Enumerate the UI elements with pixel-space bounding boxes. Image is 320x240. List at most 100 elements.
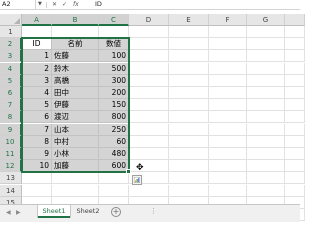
cell[interactable] bbox=[169, 74, 209, 87]
cell[interactable] bbox=[247, 111, 285, 124]
cell[interactable]: 加藤 bbox=[52, 160, 99, 173]
cell[interactable]: 600 bbox=[99, 160, 129, 173]
cell[interactable] bbox=[169, 50, 209, 63]
cell[interactable]: 名前 bbox=[52, 38, 99, 51]
column-header[interactable]: G bbox=[247, 14, 285, 26]
cell[interactable] bbox=[247, 87, 285, 99]
cell[interactable] bbox=[247, 38, 285, 51]
cell[interactable] bbox=[169, 87, 209, 99]
cell[interactable] bbox=[247, 184, 285, 197]
cell[interactable] bbox=[247, 62, 285, 75]
cell[interactable] bbox=[129, 160, 169, 173]
cell[interactable] bbox=[169, 26, 209, 38]
cell[interactable] bbox=[169, 62, 209, 75]
cell[interactable] bbox=[285, 135, 305, 148]
cell[interactable] bbox=[247, 123, 285, 136]
cell[interactable] bbox=[129, 74, 169, 87]
cell[interactable]: 山本 bbox=[52, 123, 99, 136]
cell[interactable]: 鈴木 bbox=[52, 62, 99, 75]
cell[interactable]: 2 bbox=[22, 62, 52, 75]
row-header[interactable]: 4 bbox=[0, 62, 22, 75]
cell[interactable] bbox=[209, 135, 247, 148]
row-header[interactable]: 12 bbox=[0, 160, 22, 173]
cell[interactable] bbox=[285, 50, 305, 63]
cell[interactable] bbox=[129, 148, 169, 160]
row-header[interactable]: 3 bbox=[0, 50, 22, 63]
cell[interactable] bbox=[129, 99, 169, 112]
cell[interactable] bbox=[285, 184, 305, 197]
cell[interactable] bbox=[285, 26, 305, 38]
cell[interactable]: 60 bbox=[99, 135, 129, 148]
cell[interactable]: 5 bbox=[22, 99, 52, 112]
cell[interactable] bbox=[129, 26, 169, 38]
cell[interactable] bbox=[209, 99, 247, 112]
cell[interactable] bbox=[169, 184, 209, 197]
cell[interactable] bbox=[169, 172, 209, 185]
cell[interactable] bbox=[285, 87, 305, 99]
cell[interactable]: 800 bbox=[99, 111, 129, 124]
cell[interactable] bbox=[129, 87, 169, 99]
cell[interactable] bbox=[209, 50, 247, 63]
cell[interactable]: 300 bbox=[99, 74, 129, 87]
cell[interactable] bbox=[52, 172, 99, 185]
tab-scroll-right-icon[interactable]: ▶ bbox=[16, 209, 21, 216]
cell[interactable]: 200 bbox=[99, 87, 129, 99]
quick-analysis-button[interactable] bbox=[132, 175, 142, 186]
cell[interactable] bbox=[99, 172, 129, 185]
cell[interactable] bbox=[169, 99, 209, 112]
row-header[interactable]: 7 bbox=[0, 99, 22, 112]
cell[interactable] bbox=[247, 26, 285, 38]
tab-sheet2[interactable]: Sheet2 bbox=[72, 205, 104, 218]
cell[interactable] bbox=[209, 26, 247, 38]
row-header[interactable]: 8 bbox=[0, 111, 22, 124]
cell[interactable] bbox=[209, 172, 247, 185]
cell[interactable] bbox=[285, 148, 305, 160]
cell[interactable] bbox=[22, 26, 52, 38]
dropdown-arrow-icon[interactable]: ▼ bbox=[38, 0, 42, 9]
column-header[interactable] bbox=[285, 14, 305, 26]
cell[interactable]: 250 bbox=[99, 123, 129, 136]
cell[interactable] bbox=[22, 172, 52, 185]
tab-sheet1[interactable]: Sheet1 bbox=[38, 205, 70, 218]
cell[interactable]: 7 bbox=[22, 123, 52, 136]
name-box[interactable]: A2 bbox=[0, 0, 36, 9]
cell[interactable]: 480 bbox=[99, 148, 129, 160]
cell[interactable] bbox=[285, 99, 305, 112]
cell[interactable] bbox=[209, 111, 247, 124]
cell[interactable]: 10 bbox=[22, 160, 52, 173]
cell[interactable]: 小林 bbox=[52, 148, 99, 160]
cell[interactable] bbox=[209, 74, 247, 87]
cell[interactable] bbox=[285, 123, 305, 136]
formula-input[interactable]: ID bbox=[92, 0, 300, 9]
select-all-icon[interactable] bbox=[0, 14, 22, 26]
fill-handle[interactable] bbox=[126, 169, 131, 175]
column-header[interactable]: D bbox=[129, 14, 169, 26]
cell[interactable] bbox=[209, 62, 247, 75]
cell[interactable] bbox=[99, 184, 129, 197]
cell[interactable] bbox=[169, 135, 209, 148]
cell[interactable] bbox=[285, 172, 305, 185]
cell[interactable] bbox=[209, 148, 247, 160]
cell[interactable]: ID bbox=[22, 38, 52, 51]
cell[interactable] bbox=[129, 123, 169, 136]
cell[interactable]: 6 bbox=[22, 111, 52, 124]
cell[interactable] bbox=[247, 50, 285, 63]
cell[interactable] bbox=[129, 62, 169, 75]
cell[interactable]: 佐藤 bbox=[52, 50, 99, 63]
column-header[interactable]: E bbox=[169, 14, 209, 26]
cell[interactable] bbox=[209, 160, 247, 173]
cell[interactable]: 高橋 bbox=[52, 74, 99, 87]
cell[interactable] bbox=[169, 148, 209, 160]
cell[interactable]: 100 bbox=[99, 50, 129, 63]
cell[interactable] bbox=[285, 74, 305, 87]
row-header[interactable]: 5 bbox=[0, 74, 22, 87]
cell[interactable] bbox=[247, 135, 285, 148]
row-header[interactable]: 14 bbox=[0, 184, 22, 197]
cell[interactable] bbox=[22, 184, 52, 197]
cell[interactable] bbox=[247, 160, 285, 173]
cell[interactable] bbox=[99, 26, 129, 38]
cell[interactable] bbox=[247, 148, 285, 160]
column-header[interactable]: A bbox=[22, 14, 52, 26]
cell[interactable] bbox=[129, 111, 169, 124]
row-header[interactable]: 1 bbox=[0, 26, 22, 38]
